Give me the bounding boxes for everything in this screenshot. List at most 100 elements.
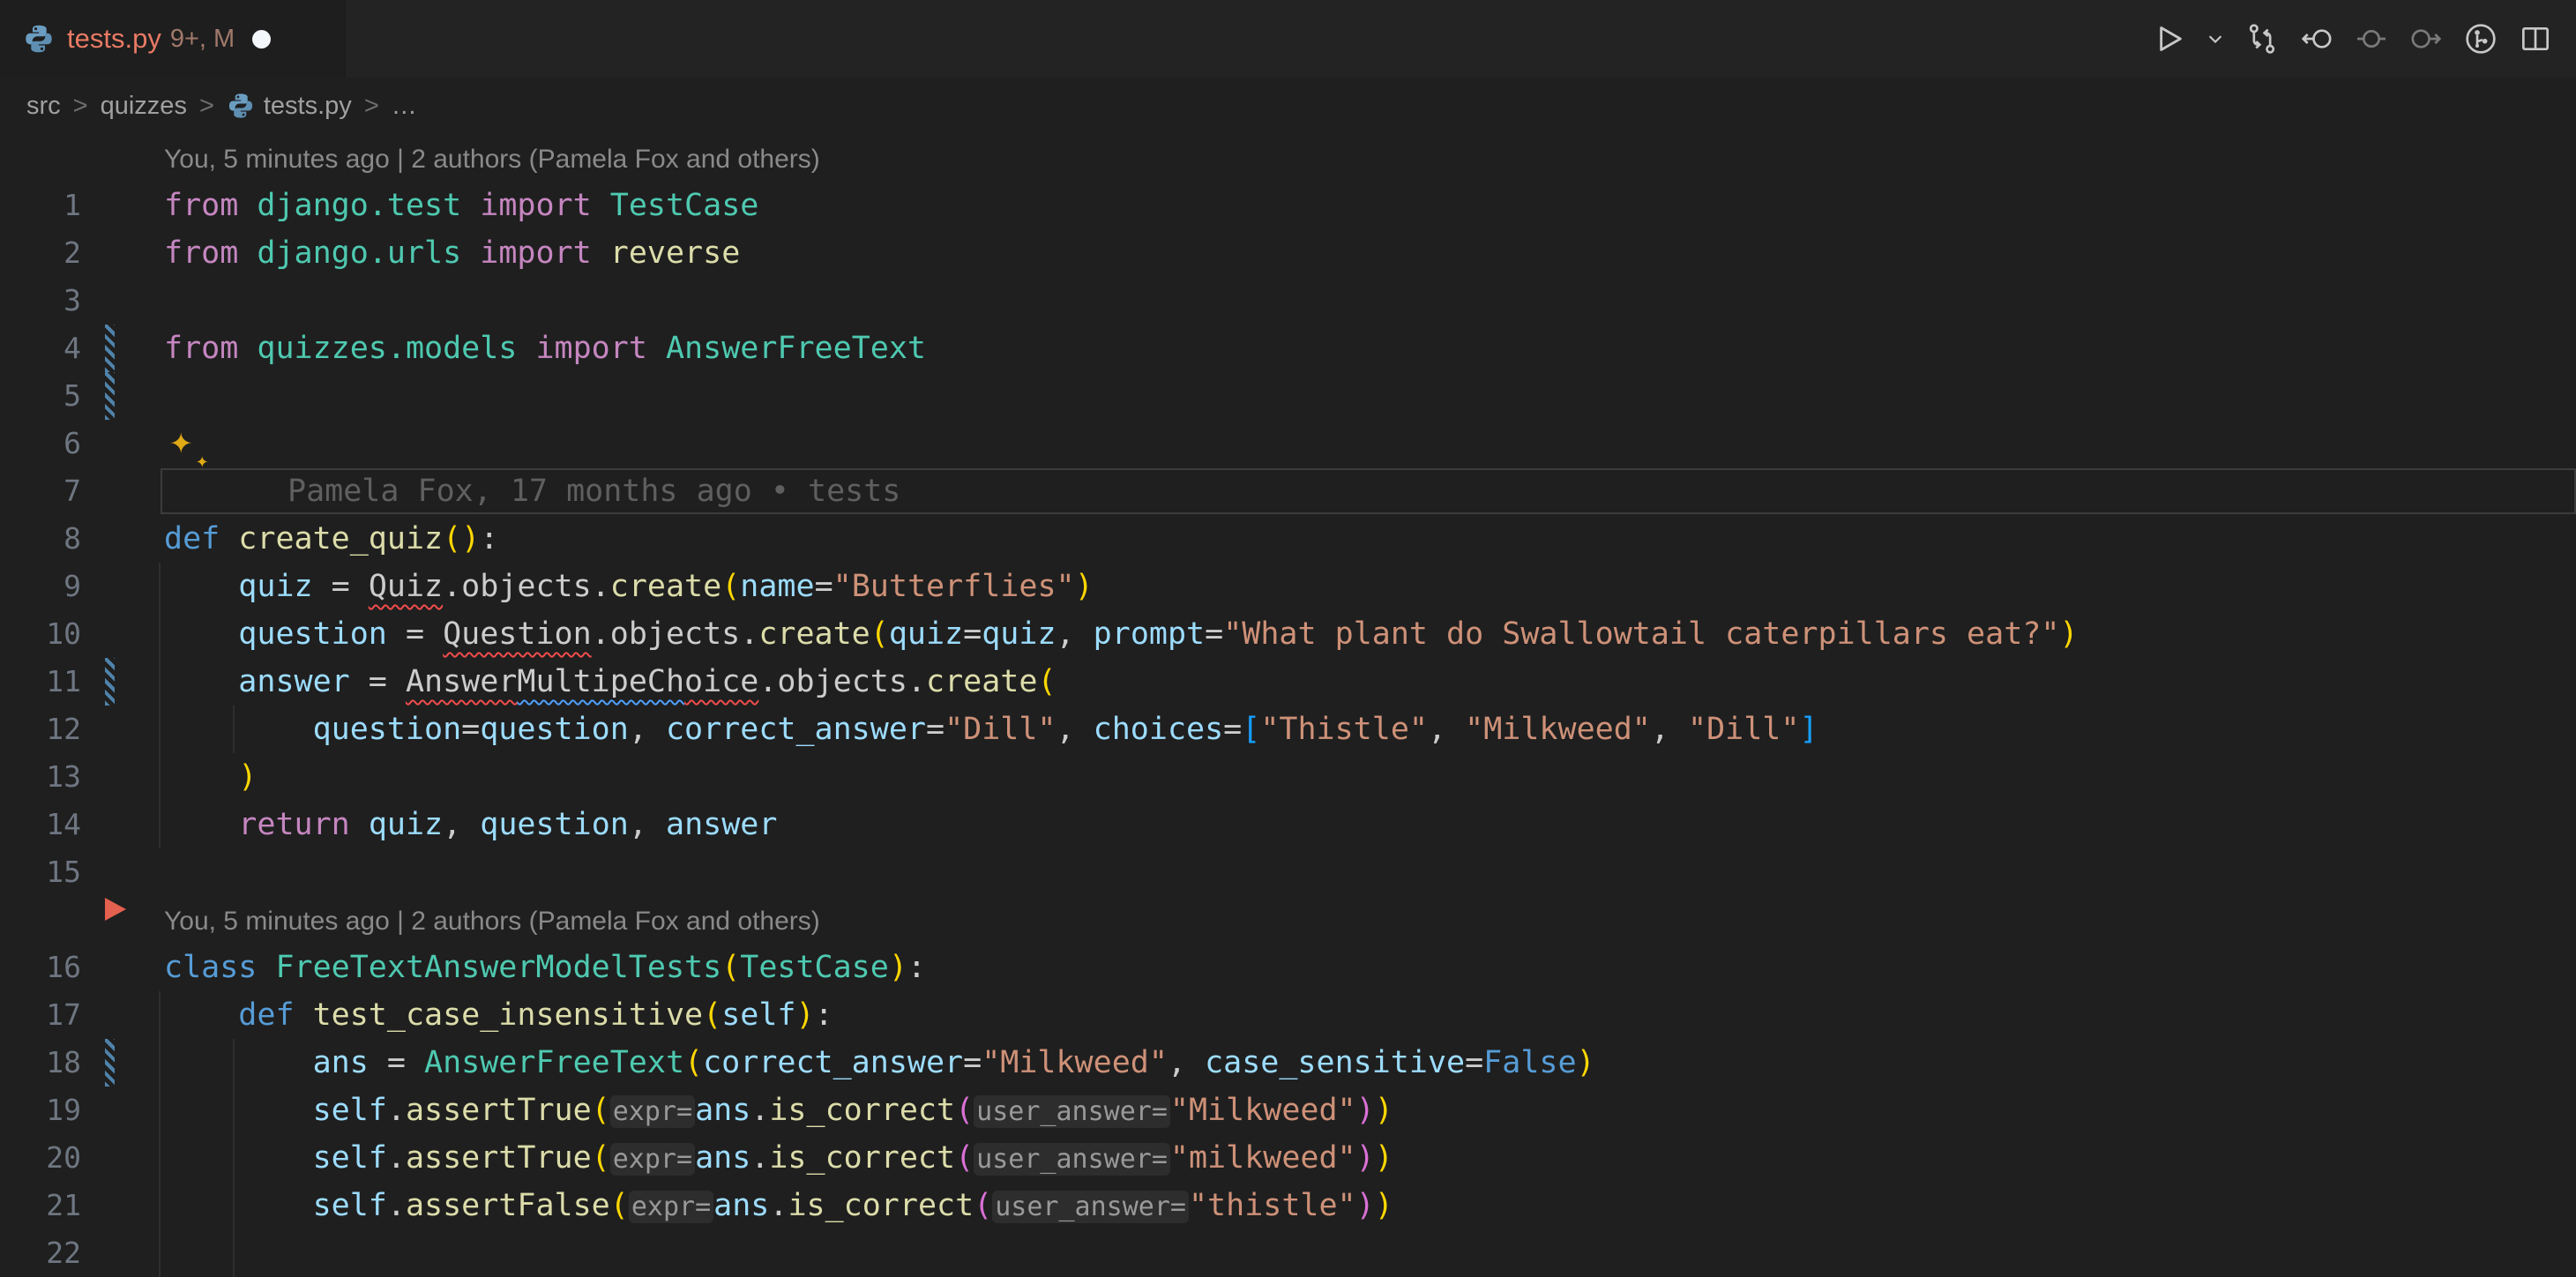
breadcrumb-item-quizzes[interactable]: quizzes	[101, 92, 187, 121]
python-icon	[23, 23, 55, 55]
line-number[interactable]: 19	[0, 1087, 81, 1134]
open-changes-button[interactable]	[2348, 16, 2394, 62]
indent-guide	[159, 1087, 161, 1134]
code-token: =	[1223, 712, 1242, 747]
code-line-content[interactable]	[164, 1229, 2576, 1277]
code-line-content[interactable]: ans = AnswerFreeText(correct_answer="Mil…	[164, 1039, 2576, 1087]
line-number[interactable]: 14	[0, 801, 81, 848]
previous-change-button[interactable]	[2294, 16, 2340, 62]
line-number[interactable]: 11	[0, 658, 81, 706]
code-line: 21 self.assertFalse(expr=ans.is_correct(…	[0, 1182, 2576, 1229]
breadcrumb-item-tests-py[interactable]: tests.py	[227, 92, 352, 121]
code-token: (	[592, 1140, 610, 1176]
git-modified-gutter-indicator[interactable]	[105, 658, 115, 706]
line-number[interactable]: 8	[0, 515, 81, 563]
code-token: =	[1465, 1045, 1483, 1080]
line-number[interactable]: 16	[0, 944, 81, 991]
line-number[interactable]: 5	[0, 372, 81, 420]
line-number[interactable]: 18	[0, 1039, 81, 1087]
line-number[interactable]: 9	[0, 563, 81, 610]
code-token: (	[955, 1093, 974, 1128]
code-line-content[interactable]	[164, 277, 2576, 325]
code-line-content[interactable]: Pamela Fox, 17 months ago • tests	[164, 467, 2576, 515]
line-number[interactable]: 1	[0, 182, 81, 229]
tab-filename: tests.py	[67, 23, 161, 55]
code-line-content[interactable]: self.assertTrue(expr=ans.is_correct(user…	[164, 1087, 2576, 1134]
line-number[interactable]: 22	[0, 1229, 81, 1277]
code-line-content[interactable]: question = Question.objects.create(quiz=…	[164, 610, 2576, 658]
line-number[interactable]: 20	[0, 1134, 81, 1182]
blame-annotation: You, 5 minutes ago | 2 authors (Pamela F…	[164, 896, 2576, 944]
breadcrumb-item-src[interactable]: src	[26, 92, 61, 121]
git-modified-gutter-indicator[interactable]	[105, 325, 115, 372]
code-line-content[interactable]: from quizzes.models import AnswerFreeTex…	[164, 325, 2576, 372]
code-line-content[interactable]: ✦✦	[164, 420, 2576, 467]
code-token: "Butterflies"	[833, 569, 1075, 604]
breadcrumb-label: src	[26, 92, 61, 121]
code-token: :	[815, 997, 833, 1033]
split-editor-button[interactable]	[2513, 16, 2558, 62]
git-modified-gutter-indicator[interactable]	[105, 1039, 115, 1087]
run-options-chevron-button[interactable]	[2200, 16, 2230, 62]
code-token: =	[963, 1045, 982, 1080]
code-token: )	[1375, 1140, 1393, 1176]
gitlens-graph-button[interactable]	[2458, 16, 2504, 62]
git-deleted-gutter-marker-icon[interactable]	[105, 898, 126, 921]
breadcrumb-item-more[interactable]: …	[392, 92, 417, 121]
code-token: ()	[443, 521, 480, 556]
line-number[interactable]: 2	[0, 229, 81, 277]
line-number[interactable]: 10	[0, 610, 81, 658]
run-python-file-button[interactable]	[2146, 16, 2191, 62]
line-number[interactable]: 7	[0, 467, 81, 515]
code-token: =	[926, 712, 945, 747]
code-line-content[interactable]: from django.test import TestCase	[164, 182, 2576, 229]
code-line-content[interactable]: quiz = Quiz.objects.create(name="Butterf…	[164, 563, 2576, 610]
breadcrumb-label: tests.py	[264, 92, 352, 121]
code-token: create	[758, 616, 870, 652]
code-line-content[interactable]	[164, 372, 2576, 420]
unsaved-changes-dot-icon[interactable]	[252, 30, 271, 49]
code-token	[238, 331, 257, 366]
open-changes-icon	[2354, 21, 2389, 56]
line-number[interactable]: 13	[0, 753, 81, 801]
code-token: .objects.	[443, 569, 610, 604]
line-number[interactable]: 17	[0, 991, 81, 1039]
code-line-content[interactable]: from django.urls import reverse	[164, 229, 2576, 277]
next-change-icon	[2408, 21, 2444, 56]
code-token: )	[1075, 569, 1094, 604]
tab-tests-py[interactable]: tests.py 9+, M	[0, 0, 346, 78]
line-number[interactable]: 12	[0, 706, 81, 753]
line-number[interactable]: 15	[0, 848, 81, 896]
inline-blame-text: Pamela Fox, 17 months ago • tests	[287, 474, 900, 509]
compare-changes-button[interactable]	[2239, 16, 2285, 62]
code-line-content[interactable]: return quiz, question, answer	[164, 801, 2576, 848]
code-line-content[interactable]: question=question, correct_answer="Dill"…	[164, 706, 2576, 753]
code-line-content[interactable]: def create_quiz():	[164, 515, 2576, 563]
code-token: .objects.	[758, 664, 926, 699]
line-number[interactable]: 6	[0, 420, 81, 467]
git-modified-gutter-indicator[interactable]	[105, 372, 115, 420]
code-line: 4 from quizzes.models import AnswerFreeTe…	[0, 325, 2576, 372]
code-line-content[interactable]: def test_case_insensitive(self):	[164, 991, 2576, 1039]
code-line-content[interactable]: self.assertFalse(expr=ans.is_correct(use…	[164, 1182, 2576, 1229]
code-line-content[interactable]: class FreeTextAnswerModelTests(TestCase)…	[164, 944, 2576, 991]
line-number[interactable]: 21	[0, 1182, 81, 1229]
code-line-content[interactable]: )	[164, 753, 2576, 801]
code-line: 3	[0, 277, 2576, 325]
code-token: quiz	[889, 616, 963, 652]
line-number[interactable]: 3	[0, 277, 81, 325]
code-token: )	[795, 997, 814, 1033]
code-line-content[interactable]: answer = AnswerMultipeChoice.objects.cre…	[164, 658, 2576, 706]
code-token: )	[889, 950, 907, 985]
code-token: =	[387, 616, 443, 652]
code-line-content[interactable]: self.assertTrue(expr=ans.is_correct(user…	[164, 1134, 2576, 1182]
next-change-button[interactable]	[2403, 16, 2449, 62]
code-line-content[interactable]	[164, 848, 2576, 896]
code-line: 16 class FreeTextAnswerModelTests(TestCas…	[0, 944, 2576, 991]
code-token: import	[480, 188, 591, 223]
code-token: ]	[1799, 712, 1818, 747]
code-token: MultipeCh	[517, 664, 684, 699]
code-token	[461, 235, 480, 271]
breadcrumb-label: quizzes	[101, 92, 187, 121]
line-number[interactable]: 4	[0, 325, 81, 372]
